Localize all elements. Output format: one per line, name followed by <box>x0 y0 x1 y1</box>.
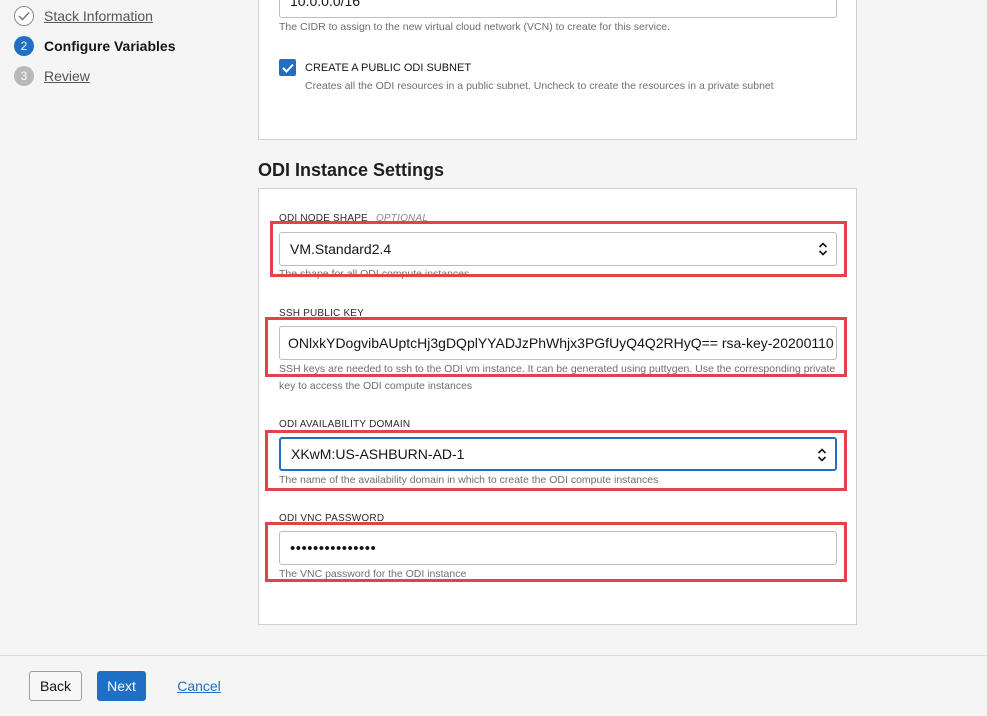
step-label[interactable]: Stack Information <box>44 8 153 24</box>
step-label[interactable]: Review <box>44 68 90 84</box>
next-button[interactable]: Next <box>97 671 146 701</box>
highlight-node-shape <box>270 221 847 277</box>
cancel-link[interactable]: Cancel <box>176 671 222 701</box>
step-number-badge: 2 <box>14 36 34 56</box>
public-subnet-help: Creates all the ODI resources in a publi… <box>305 80 774 92</box>
highlight-availability-domain <box>265 430 847 491</box>
availability-domain-label: ODI AVAILABILITY DOMAIN <box>279 419 411 430</box>
public-subnet-label[interactable]: CREATE A PUBLIC ODI SUBNET <box>305 62 471 74</box>
highlight-vnc-password <box>265 522 847 582</box>
step-review[interactable]: 3 Review <box>14 65 90 87</box>
checkmark-icon <box>281 63 294 73</box>
step-stack-information[interactable]: Stack Information <box>14 5 153 27</box>
wizard-footer <box>0 655 987 716</box>
cidr-help-text: The CIDR to assign to the new virtual cl… <box>279 21 670 33</box>
highlight-ssh-key <box>265 317 847 377</box>
back-button[interactable]: Back <box>29 671 82 701</box>
step-configure-variables: 2 Configure Variables <box>14 35 175 57</box>
public-subnet-checkbox[interactable] <box>279 59 296 76</box>
step-label: Configure Variables <box>44 38 176 54</box>
section-title: ODI Instance Settings <box>258 160 445 180</box>
cidr-input[interactable]: 10.0.0.0/16 <box>279 0 837 18</box>
checkmark-icon <box>14 6 34 26</box>
step-number-badge: 3 <box>14 66 34 86</box>
